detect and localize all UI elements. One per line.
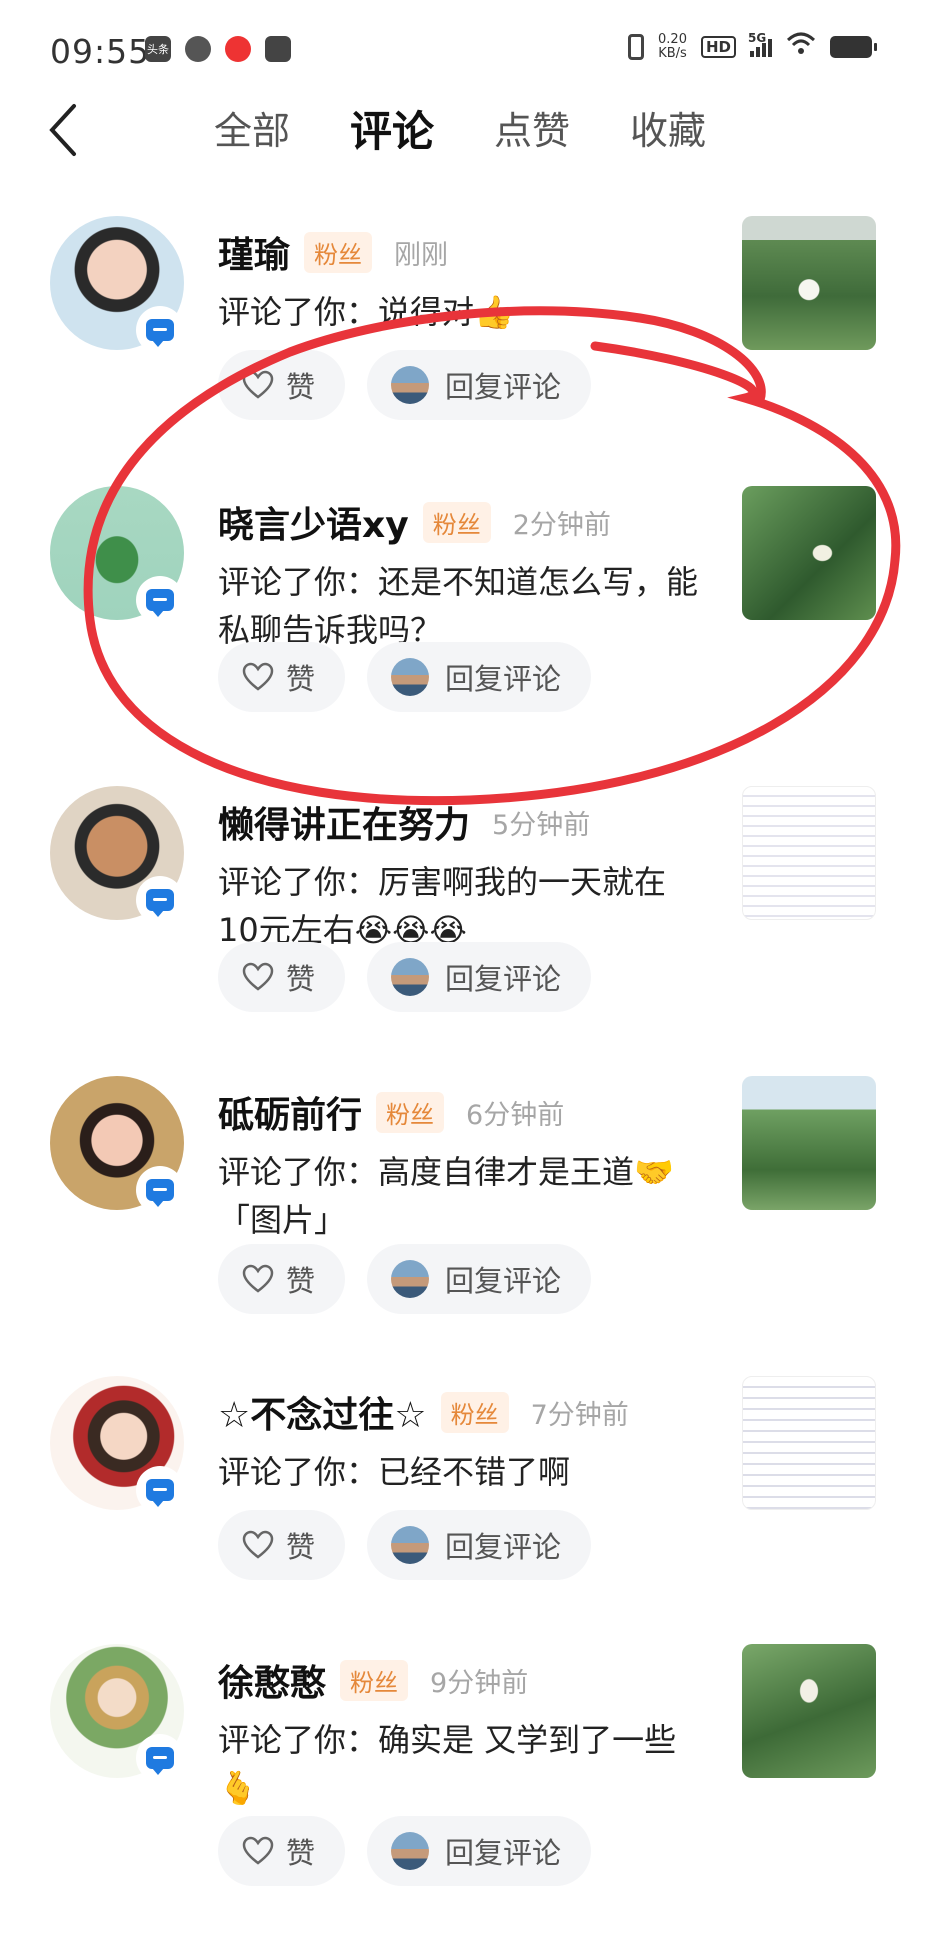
fan-tag: 粉丝 xyxy=(440,1391,509,1433)
list-item[interactable]: 砥砺前行 粉丝 6分钟前 评论了你：高度自律才是王道🤝「图片」 赞 回复评论 xyxy=(0,1076,926,1366)
comment-badge-icon xyxy=(136,876,184,924)
comment-text[interactable]: 评论了你：高度自律才是王道🤝「图片」 xyxy=(218,1148,698,1244)
like-button[interactable]: 赞 xyxy=(218,1510,346,1580)
reply-comment-button[interactable]: 回复评论 xyxy=(367,642,592,712)
list-item[interactable]: 瑾瑜 粉丝 刚刚 评论了你：说得对👍 赞 回复评论 xyxy=(0,216,926,506)
status-bar: 09:55 头条 0.20 KB/s HD 5G xyxy=(0,0,926,100)
comment-text[interactable]: 评论了你：确实是 又学到了一些🫰 xyxy=(218,1716,698,1812)
comment-badge-icon xyxy=(136,1734,184,1782)
comment-text[interactable]: 评论了你：已经不错了啊 xyxy=(218,1448,698,1496)
reply-comment-button[interactable]: 回复评论 xyxy=(367,1510,592,1580)
list-item[interactable]: 懒得讲正在努力 5分钟前 评论了你：厉害啊我的一天就在10元左右😭😭😭 赞 回复… xyxy=(0,786,926,1076)
reply-comment-button[interactable]: 回复评论 xyxy=(367,350,592,420)
like-button[interactable]: 赞 xyxy=(218,642,346,712)
my-avatar xyxy=(391,958,430,996)
user-name[interactable]: ☆不念过往☆ xyxy=(218,1386,427,1438)
message-app-icon xyxy=(265,36,291,62)
battery-icon xyxy=(830,36,877,58)
timestamp: 5分钟前 xyxy=(492,809,591,841)
post-thumbnail[interactable] xyxy=(742,786,876,920)
my-avatar xyxy=(391,1526,430,1564)
status-indicators: 0.20 KB/s HD 5G xyxy=(628,31,877,62)
heart-icon xyxy=(242,1530,274,1559)
list-item[interactable]: 徐憨憨 粉丝 9分钟前 评论了你：确实是 又学到了一些🫰 赞 回复评论 xyxy=(0,1644,926,1934)
my-avatar xyxy=(391,658,430,696)
comment-badge-icon xyxy=(136,306,184,354)
video-app-icon xyxy=(225,36,251,62)
my-avatar xyxy=(391,1260,430,1298)
heart-icon xyxy=(242,1264,274,1293)
my-avatar xyxy=(391,1832,430,1870)
heart-icon xyxy=(242,1836,274,1865)
wifi-icon xyxy=(786,32,816,62)
post-thumbnail[interactable] xyxy=(742,1644,876,1778)
comment-text[interactable]: 评论了你：还是不知道怎么写，能私聊告诉我吗？ xyxy=(218,558,698,654)
post-thumbnail[interactable] xyxy=(742,216,876,350)
post-thumbnail[interactable] xyxy=(742,1076,876,1210)
vibrate-icon xyxy=(628,34,645,60)
user-name[interactable]: 晓言少语xy xyxy=(218,496,409,548)
post-thumbnail[interactable] xyxy=(742,486,876,620)
heart-icon xyxy=(242,962,274,991)
like-button[interactable]: 赞 xyxy=(218,1244,346,1314)
tab-favorites[interactable]: 收藏 xyxy=(630,100,706,155)
post-thumbnail[interactable] xyxy=(742,1376,876,1510)
user-name[interactable]: 瑾瑜 xyxy=(218,226,290,278)
tab-likes[interactable]: 点赞 xyxy=(494,100,570,155)
timestamp: 刚刚 xyxy=(394,239,449,271)
status-app-icons: 头条 xyxy=(145,36,291,62)
my-avatar xyxy=(391,366,430,404)
tab-bar: 全部 评论 点赞 收藏 xyxy=(0,100,926,160)
comment-badge-icon xyxy=(136,1466,184,1514)
tab-all[interactable]: 全部 xyxy=(214,100,290,155)
reply-comment-button[interactable]: 回复评论 xyxy=(367,1816,592,1886)
app-icon xyxy=(185,36,211,62)
user-name[interactable]: 徐憨憨 xyxy=(218,1654,326,1706)
timestamp: 2分钟前 xyxy=(512,509,611,541)
like-button[interactable]: 赞 xyxy=(218,1816,346,1886)
hd-icon: HD xyxy=(700,36,736,58)
timestamp: 6分钟前 xyxy=(466,1099,565,1131)
network-speed: 0.20 KB/s xyxy=(658,32,687,61)
comment-text[interactable]: 评论了你：说得对👍 xyxy=(218,288,698,336)
like-button[interactable]: 赞 xyxy=(218,350,346,420)
fan-tag: 粉丝 xyxy=(422,501,491,543)
list-item[interactable]: ☆不念过往☆ 粉丝 7分钟前 评论了你：已经不错了啊 赞 回复评论 xyxy=(0,1376,926,1666)
like-button[interactable]: 赞 xyxy=(218,942,346,1012)
tab-comments[interactable]: 评论 xyxy=(350,98,434,159)
user-name[interactable]: 砥砺前行 xyxy=(218,1086,362,1138)
fan-tag: 粉丝 xyxy=(304,231,373,273)
fan-tag: 粉丝 xyxy=(340,1659,409,1701)
timestamp: 7分钟前 xyxy=(530,1399,629,1431)
status-time: 09:55 xyxy=(50,32,151,71)
reply-comment-button[interactable]: 回复评论 xyxy=(367,1244,592,1314)
heart-icon xyxy=(242,662,274,691)
timestamp: 9分钟前 xyxy=(430,1667,529,1699)
comment-badge-icon xyxy=(136,1166,184,1214)
comment-text[interactable]: 评论了你：厉害啊我的一天就在10元左右😭😭😭 xyxy=(218,858,698,954)
signal-icon: 5G xyxy=(748,31,772,57)
reply-comment-button[interactable]: 回复评论 xyxy=(367,942,592,1012)
toutiao-app-icon: 头条 xyxy=(145,36,171,62)
fan-tag: 粉丝 xyxy=(376,1091,445,1133)
heart-icon xyxy=(242,370,274,399)
list-item[interactable]: 晓言少语xy 粉丝 2分钟前 评论了你：还是不知道怎么写，能私聊告诉我吗？ 赞 … xyxy=(0,486,926,776)
comment-badge-icon xyxy=(136,576,184,624)
user-name[interactable]: 懒得讲正在努力 xyxy=(218,796,470,848)
